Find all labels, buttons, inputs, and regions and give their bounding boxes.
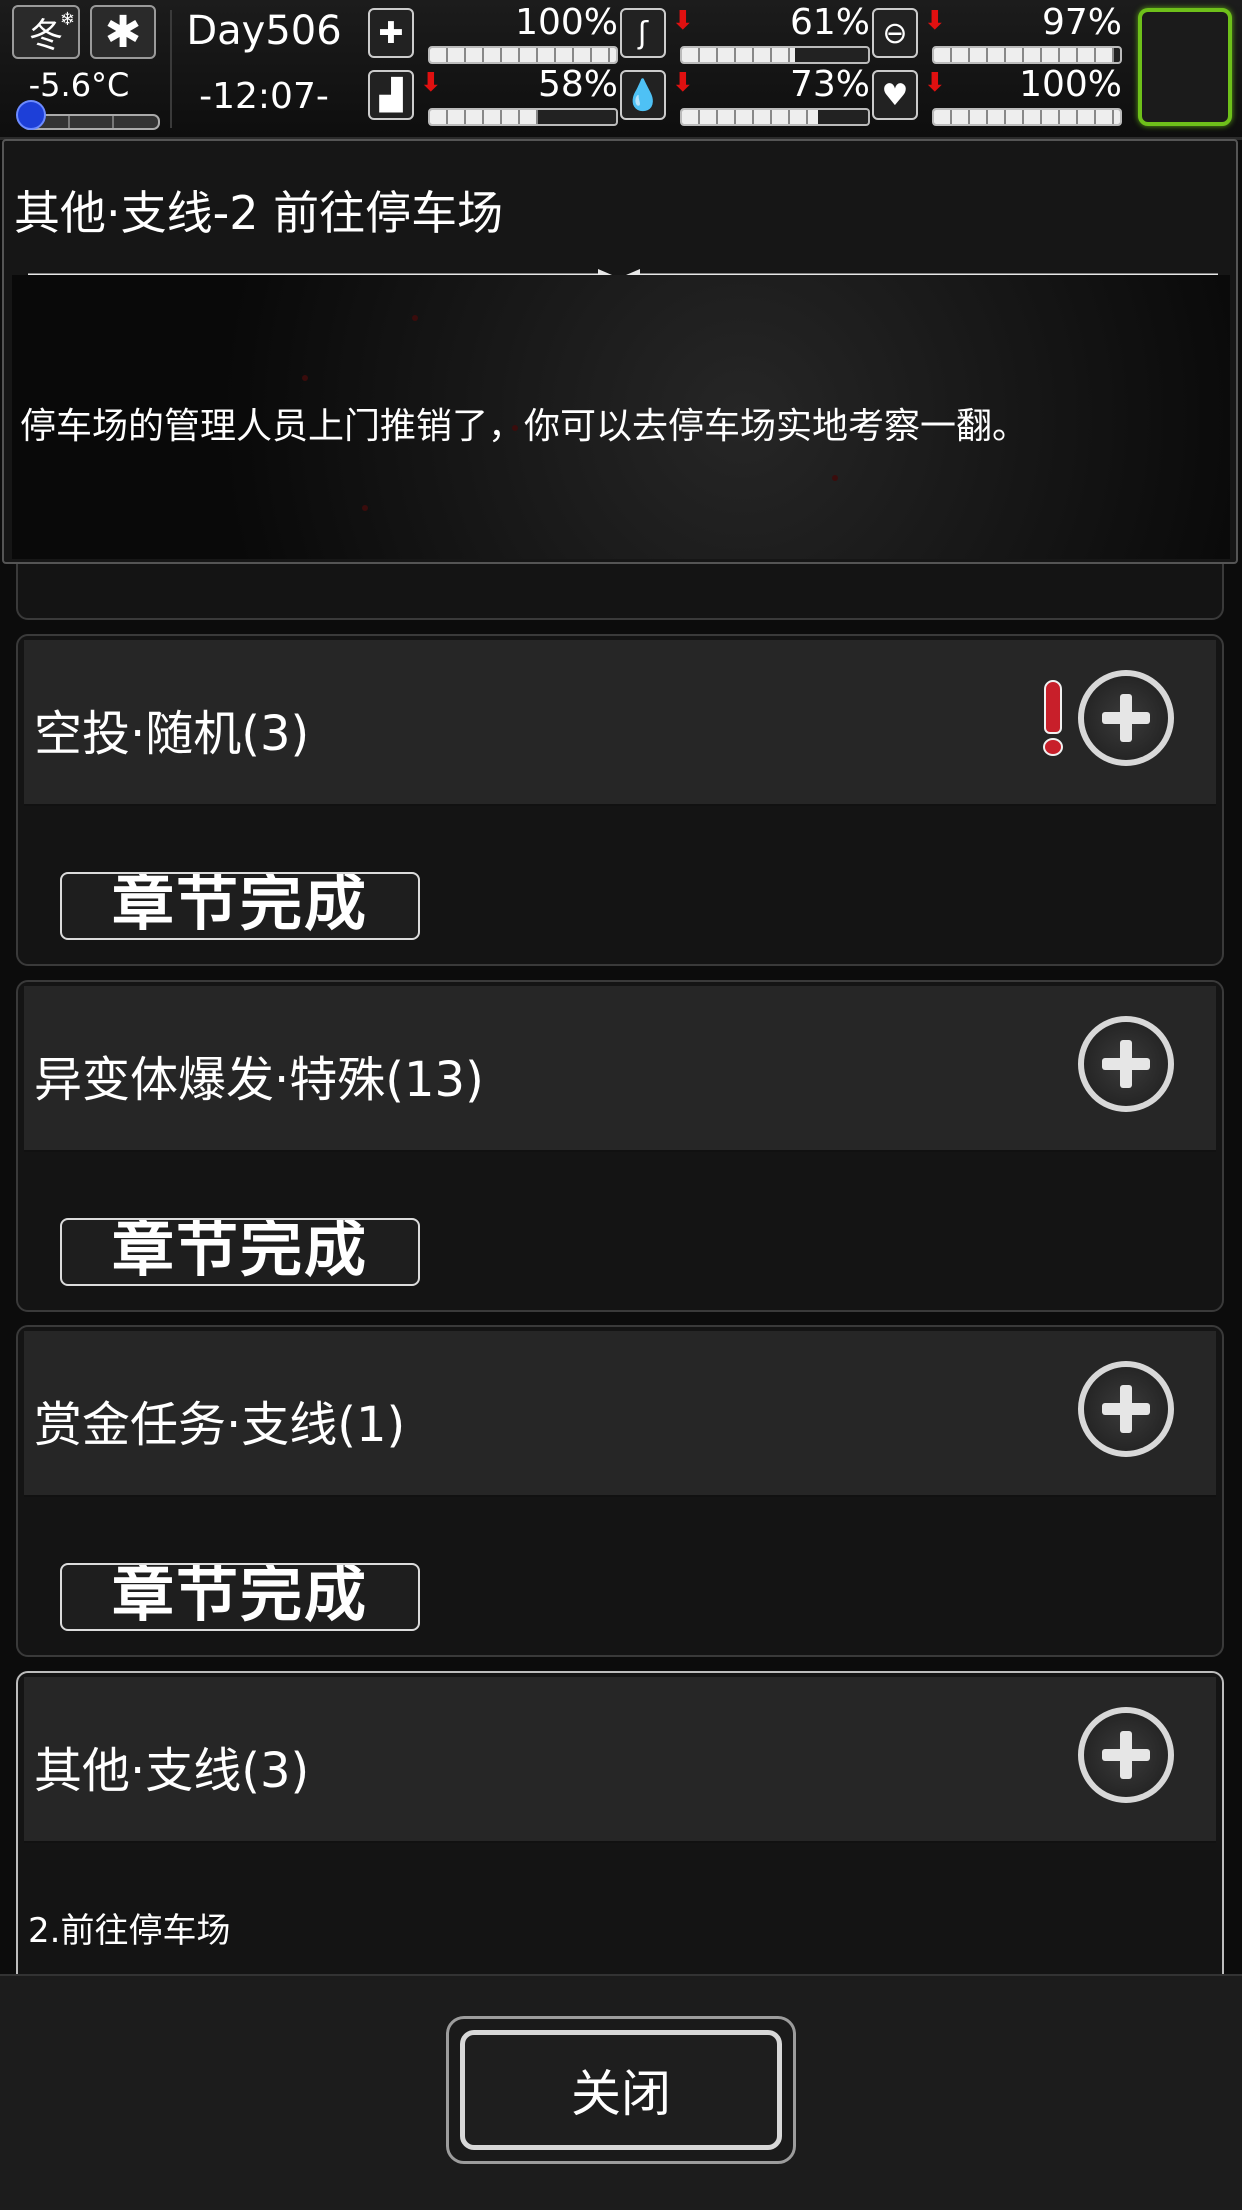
stat-bar-fill [934,110,1120,124]
expand-plus-icon[interactable] [1078,1707,1174,1803]
stat-bar [932,46,1122,64]
footer-bar: 关闭 [0,1974,1242,2210]
quest-card-header[interactable]: 其他·支线(3) [24,1677,1216,1843]
detail-body: 停车场的管理人员上门推销了，你可以去停车场实地考察一翻。 [12,275,1230,559]
quest-card-bounty: 赏金任务·支线(1) 章节完成 [16,1325,1224,1657]
stat-bar [932,108,1122,126]
foot-icon: ▟ [368,70,414,120]
status-bar: 冬 ❄ ✱ -5.6°C Day506 -12:07- ✚ 100% ʃ ⬇ 61% ⊖ ⬇… [0,0,1242,140]
stomach-icon: ʃ [620,8,666,58]
water-drop-icon: 💧 [620,70,666,120]
chapter-complete-badge: 章节完成 [60,872,420,940]
stat-bar [680,108,870,126]
weather-snow-button[interactable]: ✱ [90,5,156,59]
quest-detail-panel: 其他·支线-2 前往停车场 停车场的管理人员上门推销了，你可以去停车场实地考察一… [2,139,1238,564]
quest-card-header[interactable]: 赏金任务·支线(1) [24,1331,1216,1497]
quest-title: 赏金任务·支线(1) [34,1397,406,1453]
temperature-indicator [15,100,46,130]
stat-value: 97% [1041,2,1122,43]
snow-weather-icon: ✱ [104,6,142,58]
expand-plus-icon[interactable] [1078,1361,1174,1457]
stat-value: 100% [515,2,618,43]
stat-meter[interactable]: ʃ ⬇ 61% [620,2,870,64]
quest-title: 其他·支线(3) [34,1743,310,1799]
stat-bar-fill [934,48,1115,62]
close-button-label: 关闭 [460,2030,782,2150]
temperature-label: -5.6°C [28,66,130,104]
decrease-arrow-icon: ⬇ [924,6,946,36]
expand-plus-icon[interactable] [1078,670,1174,766]
quest-title: 异变体爆发·特殊(13) [34,1052,484,1108]
decrease-arrow-icon: ⬇ [924,68,946,98]
alert-icon [1038,680,1068,756]
stat-bar-fill [682,48,796,62]
stat-bar-fill [430,48,616,62]
day-counter: Day506 [186,8,342,54]
clock-time: -12:07- [199,76,329,117]
stat-value: 73% [789,64,870,105]
quest-card-airdrop: 空投·随机(3) 章节完成 [16,634,1224,966]
stat-bar [428,108,618,126]
detail-title: 其他·支线-2 前往停车场 [14,186,504,240]
heart-icon: ♥ [872,70,918,120]
decrease-arrow-icon: ⬇ [420,68,442,98]
stat-meter[interactable]: ✚ 100% [368,2,618,64]
character-portrait-button[interactable] [1138,8,1232,126]
quest-card-header[interactable]: 异变体爆发·特殊(13) [24,986,1216,1152]
stat-value: 58% [537,64,618,105]
quest-card-header[interactable]: 空投·随机(3) [24,640,1216,806]
pill-icon: ⊖ [872,8,918,58]
quest-card-mutant-outbreak: 异变体爆发·特殊(13) 章节完成 [16,980,1224,1312]
expand-plus-icon[interactable] [1078,1016,1174,1112]
season-button[interactable]: 冬 ❄ [12,5,80,59]
quest-title: 空投·随机(3) [34,706,310,762]
chapter-complete-badge: 章节完成 [60,1563,420,1631]
decrease-arrow-icon: ⬇ [672,68,694,98]
decrease-arrow-icon: ⬇ [672,6,694,36]
stat-bar [680,46,870,64]
stat-value: 100% [1019,64,1122,105]
stat-meter[interactable]: 💧 ⬇ 73% [620,64,870,126]
detail-description: 停车场的管理人员上门推销了，你可以去停车场实地考察一翻。 [20,406,1029,447]
stat-meter[interactable]: ▟ ⬇ 58% [368,64,618,126]
stat-bar-fill [682,110,818,124]
medkit-icon: ✚ [368,8,414,58]
stat-value: 61% [789,2,870,43]
stat-bar-fill [430,110,538,124]
close-button[interactable]: 关闭 [446,2016,796,2164]
quest-card-other: 其他·支线(3) 2.前往停车场 [16,1671,1224,2011]
divider [170,10,172,128]
snowflake-icon: ❄ [59,9,75,30]
stat-meter[interactable]: ⊖ ⬇ 97% [872,2,1122,64]
stat-meter[interactable]: ♥ ⬇ 100% [872,64,1122,126]
quest-subitem[interactable]: 2.前往停车场 [28,1903,230,1952]
season-label: 冬 [29,15,63,56]
stat-bar [428,46,618,64]
chapter-complete-badge: 章节完成 [60,1218,420,1286]
